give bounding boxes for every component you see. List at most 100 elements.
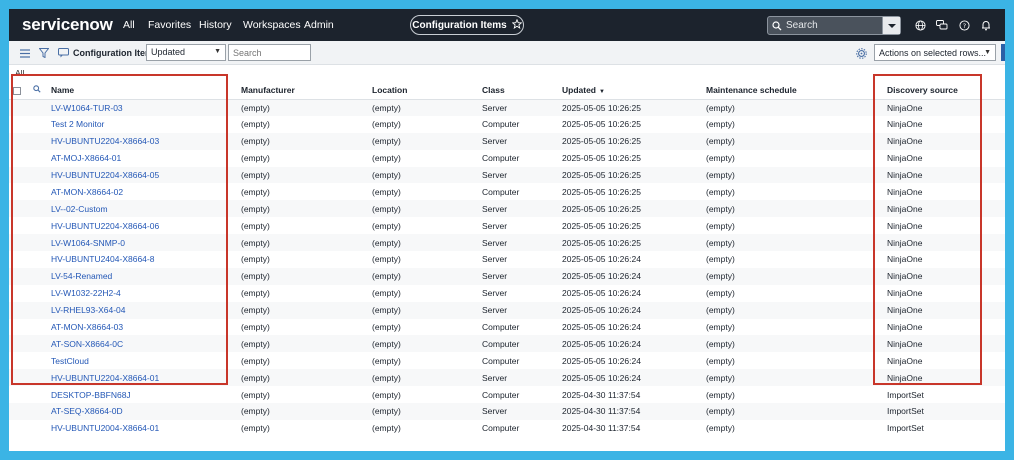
cell-maintenance-schedule: (empty) — [702, 99, 883, 116]
global-search-input[interactable]: Search — [786, 20, 818, 31]
table-row[interactable]: AT-SEQ-X8664-0D (empty) (empty) Server 2025-… — [9, 403, 1005, 420]
cell-maintenance-schedule: (empty) — [702, 200, 883, 218]
cell-manufacturer: (empty) — [237, 200, 368, 218]
chat-icon[interactable] — [57, 47, 69, 59]
ci-name-link[interactable]: AT-MOJ-X8664-01 — [47, 149, 237, 167]
table-row[interactable]: HV-UBUNTU2204-X8664-03 (empty) (empty) Serv… — [9, 132, 1005, 150]
ci-name-link[interactable]: LV-W1032-22H2-4 — [47, 284, 237, 302]
ci-name-link[interactable]: HV-UBUNTU2204-X8664-03 — [47, 132, 237, 150]
nav-favorites[interactable]: Favorites — [148, 19, 191, 31]
ci-name-link[interactable]: LV--02-Custom — [47, 200, 237, 218]
ci-name-link[interactable]: HV-UBUNTU2204-X8664-06 — [47, 217, 237, 235]
side-panel-tab[interactable] — [1001, 44, 1005, 61]
ci-name-link[interactable]: HV-UBUNTU2404-X8664-8 — [47, 251, 237, 268]
table-row[interactable]: LV-W1064-SNMP-0 (empty) (empty) Server 2025-… — [9, 234, 1005, 252]
ci-name-link[interactable]: LV-54-Renamed — [47, 267, 237, 285]
star-icon[interactable] — [511, 18, 523, 32]
cell-discovery-source: NinjaOne — [883, 149, 1005, 167]
table-row[interactable]: AT-MON-X8664-03 (empty) (empty) Computer 202… — [9, 318, 1005, 336]
breadcrumb[interactable]: All — [15, 68, 24, 78]
ci-name-link[interactable]: LV-W1064-TUR-03 — [47, 99, 237, 116]
cell-class: Server — [478, 284, 558, 302]
column-header-class[interactable]: Class — [478, 81, 558, 100]
table-row[interactable]: TestCloud (empty) (empty) Computer 2025-05-0… — [9, 352, 1005, 370]
table-row[interactable]: HV-UBUNTU2204-X8664-06 (empty) (empty) Serv… — [9, 217, 1005, 235]
cell-discovery-source: NinjaOne — [883, 166, 1005, 184]
nav-history[interactable]: History — [199, 19, 232, 31]
list-search-icon[interactable] — [33, 85, 41, 95]
globe-icon[interactable] — [913, 18, 927, 32]
cell-class: Computer — [478, 352, 558, 370]
cell-maintenance-schedule: (empty) — [702, 132, 883, 150]
table-row[interactable]: DESKTOP-BBFN68J (empty) (empty) Computer 202… — [9, 386, 1005, 404]
row-select-cell — [9, 99, 29, 116]
ci-name-link[interactable]: HV-UBUNTU2204-X8664-01 — [47, 369, 237, 387]
table-row[interactable]: HV-UBUNTU2004-X8664-01 (empty) (empty) Comp… — [9, 419, 1005, 437]
cell-updated: 2025-05-05 10:26:24 — [558, 251, 702, 268]
ci-name-link[interactable]: AT-SEQ-X8664-0D — [47, 403, 237, 420]
context-title-pill[interactable]: Configuration Items — [410, 15, 524, 35]
cell-maintenance-schedule: (empty) — [702, 251, 883, 268]
ci-name-link[interactable]: AT-MON-X8664-02 — [47, 183, 237, 201]
ci-name-link[interactable]: HV-UBUNTU2204-X8664-05 — [47, 166, 237, 184]
column-header-name[interactable]: Name — [47, 81, 237, 100]
ci-name-link[interactable]: LV-W1064-SNMP-0 — [47, 234, 237, 252]
column-header-maintenance-schedule[interactable]: Maintenance schedule — [702, 81, 883, 100]
row-info-cell — [29, 352, 47, 370]
ci-name-link[interactable]: AT-MON-X8664-03 — [47, 318, 237, 336]
table-row[interactable]: Test 2 Monitor (empty) (empty) Computer 2025… — [9, 115, 1005, 133]
ci-name-link[interactable]: LV-RHEL93-X64-04 — [47, 301, 237, 319]
column-header-manufacturer[interactable]: Manufacturer — [237, 81, 368, 100]
bell-icon[interactable] — [979, 18, 993, 32]
nav-admin[interactable]: Admin — [304, 19, 334, 31]
gear-icon[interactable] — [855, 47, 867, 59]
sort-field-select[interactable]: Updated ▼ — [146, 44, 226, 61]
cell-manufacturer: (empty) — [237, 419, 368, 437]
table-row[interactable]: HV-UBUNTU2204-X8664-01 (empty) (empty) Serv… — [9, 369, 1005, 387]
cell-discovery-source: NinjaOne — [883, 369, 1005, 387]
chat-bubbles-icon[interactable] — [935, 18, 949, 32]
column-header-updated[interactable]: Updated ▼ — [558, 81, 702, 100]
ci-name-link[interactable]: DESKTOP-BBFN68J — [47, 386, 237, 404]
row-info-cell — [29, 251, 47, 268]
cell-updated: 2025-05-05 10:26:24 — [558, 318, 702, 336]
table-row[interactable]: AT-MON-X8664-02 (empty) (empty) Computer 202… — [9, 183, 1005, 201]
cell-manufacturer: (empty) — [237, 403, 368, 420]
nav-all[interactable]: All — [123, 19, 135, 31]
cell-location: (empty) — [368, 386, 478, 404]
column-header-discovery-source[interactable]: Discovery source — [883, 81, 1005, 100]
cell-maintenance-schedule: (empty) — [702, 234, 883, 252]
cell-location: (empty) — [368, 335, 478, 353]
nav-workspaces[interactable]: Workspaces — [243, 19, 301, 31]
filter-icon[interactable] — [38, 47, 50, 59]
table-row[interactable]: LV--02-Custom (empty) (empty) Server 2025-05… — [9, 200, 1005, 218]
cell-maintenance-schedule: (empty) — [702, 369, 883, 387]
cell-updated: 2025-05-05 10:26:24 — [558, 352, 702, 370]
table-row[interactable]: HV-UBUNTU2204-X8664-05 (empty) (empty) Serv… — [9, 166, 1005, 184]
cell-class: Computer — [478, 115, 558, 133]
table-row[interactable]: LV-W1064-TUR-03 (empty) (empty) Server 2025-… — [9, 99, 1005, 116]
cell-location: (empty) — [368, 369, 478, 387]
actions-select[interactable]: Actions on selected rows... ▼ — [874, 44, 996, 61]
table-row[interactable]: LV-W1032-22H2-4 (empty) (empty) Server 2025-… — [9, 284, 1005, 302]
table-row[interactable]: LV-RHEL93-X64-04 (empty) (empty) Server 2025… — [9, 301, 1005, 319]
ci-name-link[interactable]: TestCloud — [47, 352, 237, 370]
global-search[interactable]: Search — [767, 16, 901, 35]
ci-name-link[interactable]: Test 2 Monitor — [47, 115, 237, 133]
table-row[interactable]: HV-UBUNTU2404-X8664-8 (empty) (empty) Serve… — [9, 251, 1005, 268]
table-row[interactable]: LV-54-Renamed (empty) (empty) Server 2025-05… — [9, 267, 1005, 285]
column-header-location[interactable]: Location — [368, 81, 478, 100]
row-select-cell — [9, 234, 29, 252]
select-all-checkbox[interactable] — [13, 86, 21, 95]
chevron-down-icon[interactable] — [882, 17, 900, 34]
row-select-cell — [9, 419, 29, 437]
table-row[interactable]: AT-MOJ-X8664-01 (empty) (empty) Computer 202… — [9, 149, 1005, 167]
table-row[interactable]: AT-SON-X8664-0C (empty) (empty) Computer 202… — [9, 335, 1005, 353]
servicenow-logo[interactable]: servicenow — [22, 15, 113, 35]
ci-name-link[interactable]: AT-SON-X8664-0C — [47, 335, 237, 353]
help-icon[interactable]: ? — [957, 18, 971, 32]
hamburger-icon[interactable] — [19, 47, 31, 59]
list-search-input[interactable] — [228, 44, 311, 61]
cell-location: (empty) — [368, 166, 478, 184]
ci-name-link[interactable]: HV-UBUNTU2004-X8664-01 — [47, 419, 237, 437]
